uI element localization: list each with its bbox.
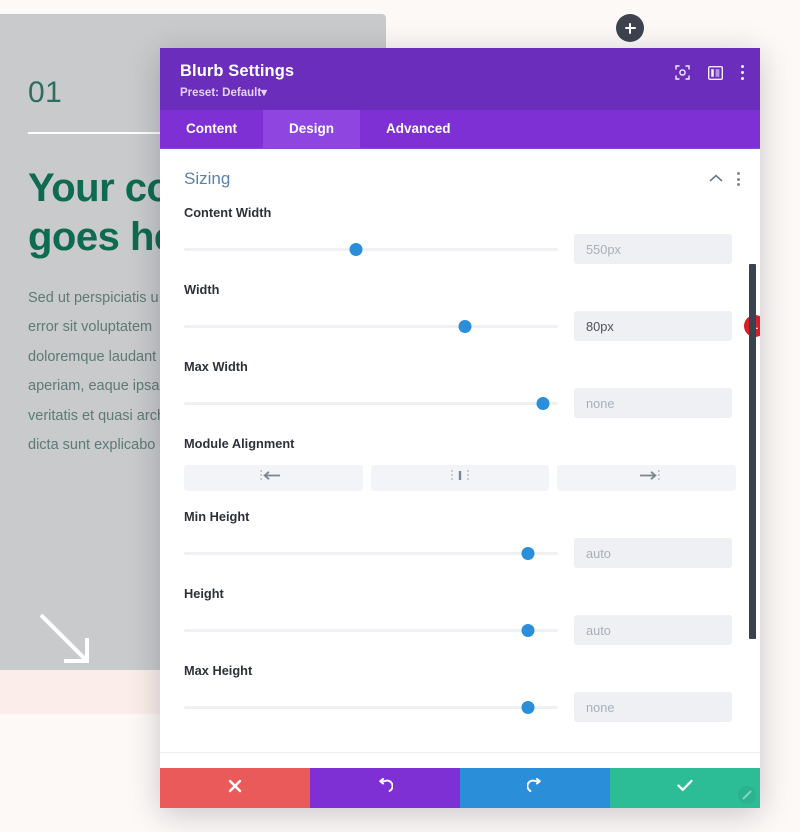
layout-panel-icon[interactable] xyxy=(708,65,723,80)
sizing-kebab-menu-icon[interactable] xyxy=(737,172,740,186)
section-spacing[interactable]: Spacing xyxy=(160,753,760,768)
field-label-min-height: Min Height xyxy=(184,509,250,524)
modal-header: Blurb Settings Preset: Default▾ xyxy=(160,48,760,110)
undo-button[interactable] xyxy=(310,768,460,808)
blurb-settings-modal: Blurb Settings Preset: Default▾ Content … xyxy=(160,48,760,808)
field-label-module-alignment: Module Alignment xyxy=(184,436,295,451)
slider-width[interactable] xyxy=(184,317,558,335)
field-label-content-width: Content Width xyxy=(184,205,272,220)
field-label-height: Height xyxy=(184,586,224,601)
align-center-icon xyxy=(450,469,470,487)
field-max-height: Max Height none xyxy=(160,653,760,730)
field-row-height: auto xyxy=(184,615,736,645)
slider-knob[interactable] xyxy=(536,396,550,410)
slider-max-height[interactable] xyxy=(184,698,558,716)
slider-knob[interactable] xyxy=(521,623,535,637)
slider-knob[interactable] xyxy=(458,319,471,333)
add-module-button[interactable] xyxy=(616,14,644,42)
slider-track xyxy=(184,551,558,555)
slider-content-width[interactable] xyxy=(184,240,558,258)
checkmark-icon xyxy=(677,779,693,797)
field-min-height: Min Height auto xyxy=(160,499,760,576)
value-input-max-width[interactable]: none xyxy=(574,388,732,418)
sizing-section-title: Sizing xyxy=(184,169,231,188)
slider-min-height[interactable] xyxy=(184,544,558,562)
slider-knob[interactable] xyxy=(521,546,535,560)
plus-icon-vertical xyxy=(629,22,631,34)
field-height: Height auto xyxy=(160,576,760,653)
slider-track xyxy=(184,705,558,709)
align-center-button[interactable] xyxy=(370,465,550,491)
align-left-icon xyxy=(260,469,286,487)
modal-title: Blurb Settings xyxy=(180,62,295,80)
chevron-up-icon[interactable] xyxy=(709,170,723,188)
resize-grip-icon[interactable] xyxy=(734,782,760,808)
tab-design[interactable]: Design xyxy=(263,110,361,148)
tab-advanced[interactable]: Advanced xyxy=(360,110,477,148)
cancel-button[interactable] xyxy=(160,768,310,808)
field-label-width: Width xyxy=(184,282,220,297)
field-width: Width 80px 1 xyxy=(160,272,760,349)
field-row-content-width: 550px xyxy=(184,234,736,264)
field-row-width: 80px 1 xyxy=(184,311,760,341)
value-input-content-width[interactable]: 550px xyxy=(574,234,732,264)
tab-content[interactable]: Content xyxy=(160,110,263,148)
field-content-width: Content Width 550px xyxy=(160,195,760,272)
field-module-alignment: Module Alignment xyxy=(160,426,760,499)
scrollbar-track[interactable] xyxy=(748,149,758,768)
focus-target-icon[interactable] xyxy=(675,65,690,80)
value-input-min-height[interactable]: auto xyxy=(574,538,732,568)
align-right-button[interactable] xyxy=(557,465,737,491)
preset-label: Preset: Default xyxy=(180,87,262,99)
settings-scroll-area: Sizing Content Width 550px Width 80px Ma… xyxy=(160,149,760,768)
undo-arrow-icon xyxy=(377,777,394,799)
alignment-button-group xyxy=(184,465,737,491)
slider-knob[interactable] xyxy=(349,242,363,256)
preset-caret-icon: ▾ xyxy=(261,87,267,99)
slider-height[interactable] xyxy=(184,621,558,639)
close-x-icon xyxy=(228,779,242,798)
align-right-icon xyxy=(634,469,660,487)
align-left-button[interactable] xyxy=(184,465,363,491)
redo-button[interactable] xyxy=(460,768,610,808)
modal-tabs: Content Design Advanced xyxy=(160,110,760,149)
arrow-down-right-icon xyxy=(38,612,94,668)
scrollbar-thumb[interactable] xyxy=(749,264,756,639)
sizing-section-header: Sizing xyxy=(160,149,760,195)
slider-max-width[interactable] xyxy=(184,394,558,412)
value-input-max-height[interactable]: none xyxy=(574,692,732,722)
field-row-max-height: none xyxy=(184,692,736,722)
slider-knob[interactable] xyxy=(521,700,535,714)
redo-arrow-icon xyxy=(526,777,543,799)
slider-track xyxy=(184,247,558,251)
field-row-max-width: none xyxy=(184,388,736,418)
slider-track xyxy=(184,628,558,632)
field-label-max-height: Max Height xyxy=(184,663,253,678)
value-input-width[interactable]: 80px xyxy=(574,311,732,341)
modal-action-bar xyxy=(160,768,760,808)
modal-body: Sizing Content Width 550px Width 80px Ma… xyxy=(160,149,760,768)
value-input-height[interactable]: auto xyxy=(574,615,732,645)
field-label-max-width: Max Width xyxy=(184,359,248,374)
field-row-min-height: auto xyxy=(184,538,736,568)
kebab-menu-icon[interactable] xyxy=(741,65,744,80)
preset-selector[interactable]: Preset: Default▾ xyxy=(180,85,740,99)
slider-track xyxy=(184,324,558,328)
slider-track xyxy=(184,401,558,405)
modal-header-icons xyxy=(675,65,744,80)
field-max-width: Max Width none xyxy=(160,349,760,426)
sizing-section-actions xyxy=(709,170,740,188)
